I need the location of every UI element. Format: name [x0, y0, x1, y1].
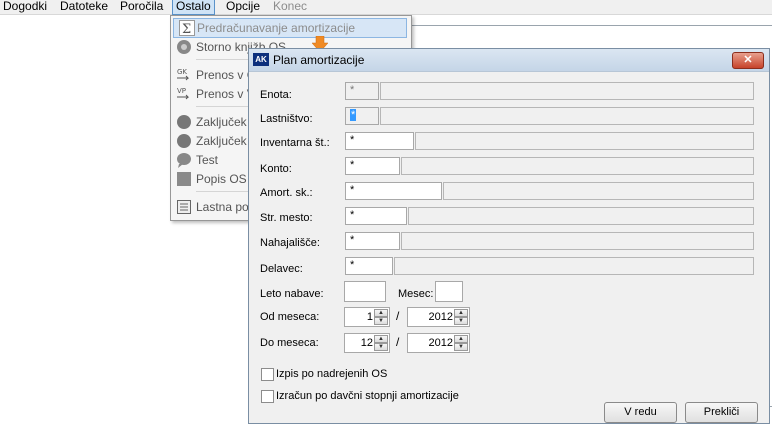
strmesto-input[interactable]: *	[345, 207, 407, 225]
spin-down-icon[interactable]: ▼	[454, 343, 468, 351]
dropdown-item-label: Predračunavanje amortizacije	[197, 21, 356, 35]
lastnistvo-label: Lastništvo:	[260, 113, 313, 125]
amort-input[interactable]: *	[345, 182, 442, 200]
sigma-icon: Σ	[179, 20, 195, 37]
spin-up-icon[interactable]: ▲	[454, 309, 468, 317]
menu-porocila[interactable]: Poročila	[117, 0, 166, 14]
menu-opcije[interactable]: Opcije	[223, 0, 263, 14]
konto-label: Konto:	[260, 163, 292, 175]
leto-label: Leto nabave:	[260, 288, 324, 300]
mesec-label: Mesec:	[398, 288, 434, 300]
dropdown-item-predracunavanje[interactable]: Σ Predračunavanje amortizacije	[173, 18, 407, 38]
do-year-value: 2012	[428, 337, 453, 349]
spin-down-icon[interactable]: ▼	[454, 317, 468, 325]
strmesto-label: Str. mesto:	[260, 212, 313, 224]
delavec-description	[394, 257, 754, 275]
menu-ostalo[interactable]: Ostalo	[172, 0, 215, 15]
menu-datoteke[interactable]: Datoteke	[57, 0, 111, 14]
spin-down-icon[interactable]: ▼	[374, 317, 388, 325]
chat-bubble-icon	[176, 152, 192, 168]
document-icon	[176, 199, 192, 215]
lastnistvo-description	[380, 107, 754, 125]
slash-separator: /	[396, 335, 400, 349]
menubar: Dogodki Datoteke Poročila Ostalo Opcije …	[0, 0, 772, 15]
gear-icon	[176, 133, 192, 149]
app-logo-icon: AK	[253, 53, 269, 66]
dropdown-item-label: Zaključek	[196, 115, 247, 129]
nadrejeni-label: Izpis po nadrejenih OS	[276, 368, 388, 380]
transfer-vp-icon: VP	[176, 86, 192, 102]
do-meseca-label: Do meseca:	[260, 337, 319, 349]
list-icon	[176, 171, 192, 187]
spinner-buttons: ▲ ▼	[374, 309, 388, 325]
nadrejeni-checkbox[interactable]	[261, 368, 274, 381]
dropdown-item-label: Zaključek	[196, 134, 247, 148]
spin-up-icon[interactable]: ▲	[374, 309, 388, 317]
amort-description	[443, 182, 754, 200]
leto-input[interactable]	[344, 281, 386, 302]
od-month-value: 1	[366, 311, 373, 323]
spinner-buttons: ▲ ▼	[374, 335, 388, 351]
delavec-input[interactable]: *	[345, 257, 393, 275]
nahajalisce-label: Nahajališče:	[260, 237, 320, 249]
davcna-stopnja-label: Izračun po davčni stopnji amortizacije	[276, 390, 459, 402]
gear-icon	[176, 114, 192, 130]
dropdown-item-label: Test	[196, 153, 219, 167]
close-button[interactable]: ✕	[732, 52, 764, 69]
do-meseca-month-spinner[interactable]: 12 ▲ ▼	[344, 333, 390, 353]
od-meseca-month-spinner[interactable]: 1 ▲ ▼	[344, 307, 390, 327]
od-meseca-label: Od meseca:	[260, 311, 320, 323]
spinner-buttons: ▲ ▼	[454, 309, 468, 325]
cancel-button[interactable]: Prekliči	[685, 402, 758, 423]
konto-description	[401, 157, 754, 175]
spinner-buttons: ▲ ▼	[454, 335, 468, 351]
enota-label: Enota:	[260, 89, 292, 101]
enota-input[interactable]: *	[345, 82, 379, 100]
slash-separator: /	[396, 309, 400, 323]
mesec-input[interactable]	[435, 281, 463, 302]
menu-dogodki[interactable]: Dogodki	[0, 0, 50, 14]
gear-icon	[176, 39, 192, 55]
konto-input[interactable]: *	[345, 157, 400, 175]
od-meseca-year-spinner[interactable]: 2012 ▲ ▼	[407, 307, 470, 327]
ok-button[interactable]: V redu	[604, 402, 677, 423]
do-month-value: 12	[360, 337, 373, 349]
do-meseca-year-spinner[interactable]: 2012 ▲ ▼	[407, 333, 470, 353]
dialog-titlebar[interactable]: AK Plan amortizacije ✕	[249, 49, 769, 72]
delavec-label: Delavec:	[260, 263, 303, 275]
svg-text:VP: VP	[177, 87, 186, 95]
enota-description	[380, 82, 754, 100]
transfer-gk-icon: GK	[176, 67, 192, 83]
spin-up-icon[interactable]: ▲	[454, 335, 468, 343]
svg-text:GK: GK	[177, 68, 187, 76]
lastnistvo-value: *	[350, 109, 357, 121]
dropdown-item-label: Lastna por	[196, 200, 253, 214]
nahajalisce-description	[401, 232, 754, 250]
dropdown-item-label: Prenos v V	[196, 87, 255, 101]
strmesto-description	[408, 207, 754, 225]
inventarna-description	[415, 132, 754, 150]
nahajalisce-input[interactable]: *	[345, 232, 400, 250]
inventarna-input[interactable]: *	[345, 132, 414, 150]
plan-amortizacije-dialog: AK Plan amortizacije ✕ Enota: * Lastništ…	[248, 48, 770, 424]
davcna-stopnja-checkbox[interactable]	[261, 390, 274, 403]
menu-konec[interactable]: Konec	[270, 0, 310, 14]
spin-up-icon[interactable]: ▲	[374, 335, 388, 343]
svg-text:Σ: Σ	[182, 22, 191, 36]
dialog-title: Plan amortizacije	[273, 53, 365, 67]
amort-label: Amort. sk.:	[260, 187, 313, 199]
od-year-value: 2012	[428, 311, 453, 323]
inventarna-label: Inventarna št.:	[260, 137, 330, 149]
lastnistvo-input[interactable]: *	[345, 107, 379, 125]
spin-down-icon[interactable]: ▼	[374, 343, 388, 351]
